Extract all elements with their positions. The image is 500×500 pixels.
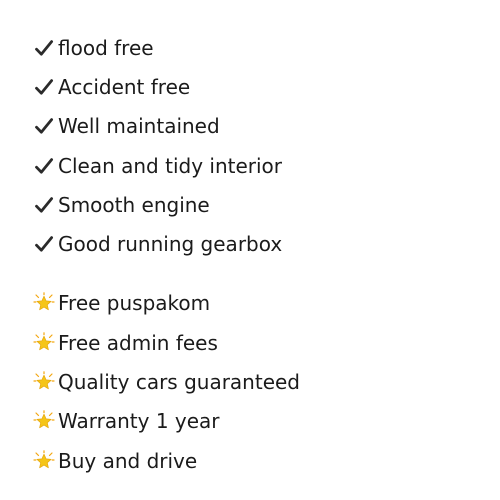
glowing-star-icon — [32, 409, 56, 433]
benefit-item: Quality cars guaranteed — [32, 362, 300, 401]
benefit-item: Free puspakom — [32, 284, 300, 323]
benefit-label: Warranty 1 year — [58, 409, 220, 434]
feature-label: Well maintained — [58, 114, 220, 139]
check-mark-icon — [32, 36, 56, 60]
feature-item: Clean and tidy interior — [32, 146, 300, 185]
section-spacer — [32, 264, 300, 284]
benefit-label: Free puspakom — [58, 291, 211, 316]
feature-item: Accident free — [32, 67, 300, 106]
feature-label: flood free — [58, 35, 154, 60]
check-mark-icon — [32, 193, 56, 217]
check-mark-icon — [32, 154, 56, 178]
benefit-label: Quality cars guaranteed — [58, 370, 301, 395]
glowing-star-icon — [32, 449, 56, 473]
check-mark-icon — [32, 75, 56, 99]
feature-item: flood free — [32, 28, 300, 67]
glowing-star-icon — [32, 291, 56, 315]
benefit-item: Free admin fees — [32, 323, 300, 362]
feature-item: Smooth engine — [32, 185, 300, 224]
listing-highlights: flood free Accident free Well maintained… — [32, 28, 300, 480]
feature-item: Well maintained — [32, 107, 300, 146]
benefit-label: Free admin fees — [58, 330, 218, 355]
benefit-label: Buy and drive — [58, 448, 198, 473]
glowing-star-icon — [32, 331, 56, 355]
glowing-star-icon — [32, 370, 56, 394]
feature-label: Clean and tidy interior — [58, 153, 283, 178]
benefit-item: Warranty 1 year — [32, 402, 300, 441]
feature-label: Accident free — [58, 74, 191, 99]
check-mark-icon — [32, 114, 56, 138]
check-mark-icon — [32, 232, 56, 256]
benefit-item: Buy and drive — [32, 441, 300, 480]
feature-label: Good running gearbox — [58, 232, 283, 257]
feature-item: Good running gearbox — [32, 224, 300, 263]
feature-label: Smooth engine — [58, 192, 210, 217]
